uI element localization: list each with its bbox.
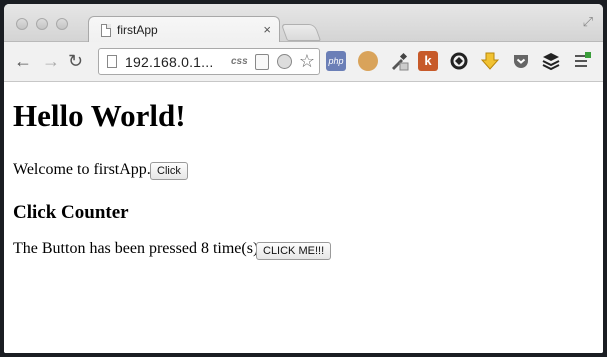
counter-text: The Button has been pressed 8 time(s) — [13, 240, 259, 257]
welcome-text: Welcome to firstApp. — [13, 161, 151, 178]
menu-extension-icon[interactable] — [572, 51, 592, 71]
pocket-icon[interactable] — [511, 51, 531, 71]
click-counter-heading: Click Counter — [13, 202, 129, 223]
close-window-button[interactable] — [16, 18, 28, 30]
back-button[interactable]: ← — [14, 51, 32, 71]
browser-window: firstApp × ⤢ ← → ↻ 192.168.0.1... css ☆ … — [4, 4, 603, 353]
close-tab-icon[interactable]: × — [263, 22, 271, 37]
page-content: Hello World! Welcome to firstApp. Click … — [4, 83, 603, 353]
forward-button[interactable]: → — [42, 51, 60, 71]
minimize-window-button[interactable] — [36, 18, 48, 30]
reload-button[interactable]: ↻ — [68, 51, 83, 71]
fullscreen-icon[interactable]: ⤢ — [583, 14, 593, 30]
bookmark-star-icon[interactable]: ☆ — [299, 51, 315, 72]
browser-toolbar: ← → ↻ 192.168.0.1... css ☆ php k — [4, 42, 603, 82]
k-extension-icon[interactable]: k — [418, 51, 438, 71]
css-viewer-icon[interactable]: css — [231, 56, 248, 67]
zoom-window-button[interactable] — [56, 18, 68, 30]
click-button[interactable]: Click — [150, 162, 188, 180]
tab-title: firstApp — [117, 23, 158, 37]
eyedropper-extension-icon[interactable] — [389, 51, 409, 71]
address-bar[interactable]: 192.168.0.1... css ☆ — [98, 48, 320, 75]
layers-icon[interactable] — [541, 51, 561, 71]
click-me-button[interactable]: CLICK ME!!! — [256, 242, 332, 260]
tab-firstapp[interactable]: firstApp × — [88, 16, 280, 43]
cookie-extension-icon[interactable] — [358, 51, 378, 71]
php-extension-icon[interactable]: php — [326, 51, 346, 71]
sync-extension-icon[interactable] — [449, 51, 469, 71]
source-code-icon[interactable] — [255, 54, 269, 70]
page-title: Hello World! — [13, 98, 186, 133]
page-icon — [107, 55, 117, 68]
url-text[interactable]: 192.168.0.1... — [125, 54, 213, 70]
download-arrow-icon[interactable] — [480, 51, 500, 71]
tab-strip: firstApp × ⤢ — [4, 4, 603, 43]
page-icon — [101, 24, 111, 37]
lightbulb-icon[interactable] — [277, 54, 292, 69]
new-tab-button[interactable] — [280, 24, 322, 41]
